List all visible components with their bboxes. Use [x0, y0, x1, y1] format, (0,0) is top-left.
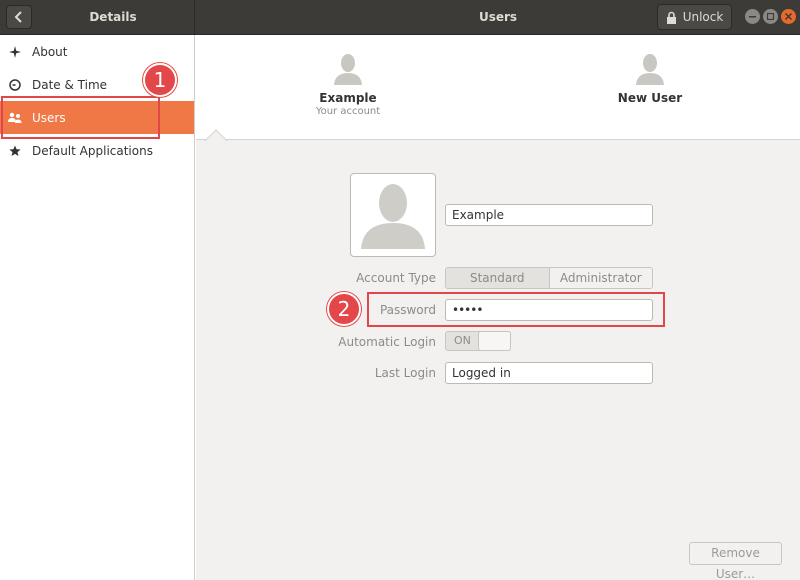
switch-knob: [478, 331, 511, 351]
sidebar-header: Details: [0, 0, 195, 35]
avatar-button[interactable]: [350, 173, 436, 257]
clock-icon: [8, 78, 22, 92]
back-button[interactable]: [6, 5, 32, 29]
callout-badge-1: 1: [143, 63, 177, 97]
user-item[interactable]: Example Your account: [288, 53, 408, 117]
window-controls: [745, 9, 796, 24]
callout-badge-2: 2: [327, 292, 361, 326]
last-login-value[interactable]: Logged in: [445, 362, 653, 384]
user-avatar-icon: [361, 184, 425, 249]
callout-highlight-password: [367, 292, 665, 327]
account-type-standard[interactable]: Standard: [446, 268, 549, 288]
account-type-label: Account Type: [356, 271, 436, 285]
automatic-login-switch[interactable]: ON: [445, 331, 511, 351]
callout-highlight-users: [1, 96, 160, 139]
account-type-selector: Standard Administrator: [445, 267, 653, 289]
user-list: Example Your account New User: [196, 35, 800, 141]
maximize-icon: [767, 13, 774, 20]
star-sparkle-icon: [8, 45, 22, 59]
lock-icon: [666, 11, 676, 24]
user-name: Example: [319, 91, 377, 105]
user-avatar-icon: [636, 54, 664, 85]
unlock-button-label: Unlock: [682, 10, 724, 24]
account-type-administrator[interactable]: Administrator: [548, 268, 652, 288]
sidebar-title: Details: [89, 10, 137, 24]
maximize-button[interactable]: [763, 9, 778, 24]
sidebar-item-label: About: [32, 44, 68, 59]
user-avatar-icon: [334, 54, 362, 85]
star-icon: [8, 144, 22, 158]
minimize-button[interactable]: [745, 9, 760, 24]
chevron-left-icon: [14, 11, 22, 23]
minimize-icon: [749, 16, 756, 18]
last-login-label: Last Login: [374, 366, 436, 380]
full-name-field[interactable]: Example: [445, 204, 653, 226]
sidebar-item-label: Default Applications: [32, 143, 153, 158]
user-item[interactable]: New User: [590, 53, 710, 105]
close-button[interactable]: [781, 9, 796, 24]
automatic-login-label: Automatic Login: [338, 335, 436, 349]
unlock-button[interactable]: Unlock: [657, 4, 732, 30]
remove-user-button[interactable]: Remove User…: [689, 542, 782, 580]
sidebar-item-label: Date & Time: [32, 77, 108, 92]
close-icon: [785, 13, 792, 20]
user-subtitle: Your account: [315, 106, 381, 117]
user-name: New User: [617, 91, 683, 105]
switch-state-label: ON: [454, 334, 471, 347]
selection-pointer: [204, 127, 230, 141]
header-bar: Details Users Unlock: [0, 0, 800, 35]
